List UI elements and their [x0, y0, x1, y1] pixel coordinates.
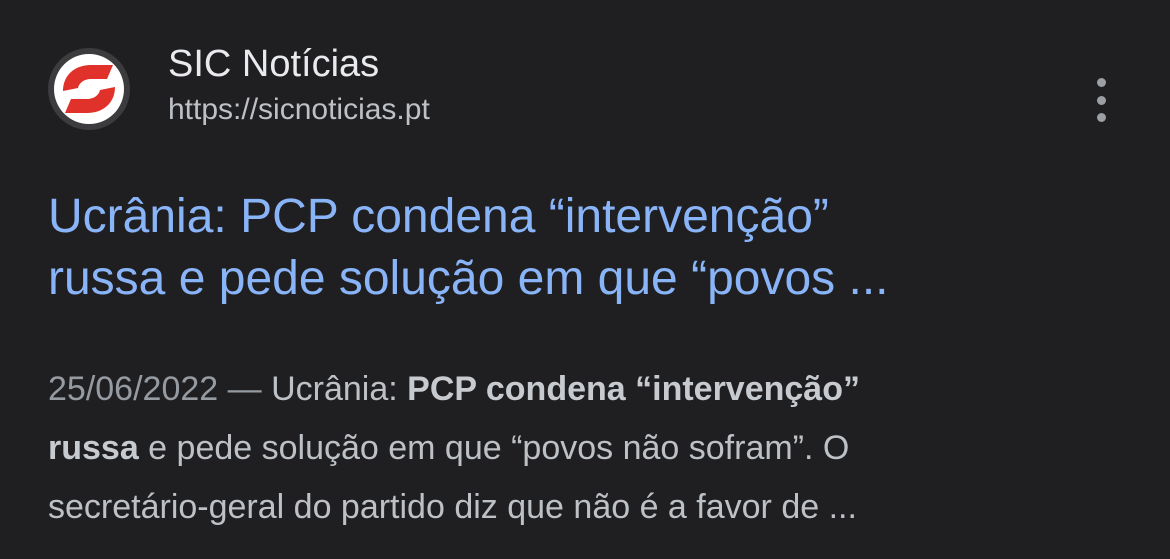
more-dot: [1096, 113, 1106, 122]
title-line-1: Ucrânia: PCP condena “intervenção”: [48, 190, 829, 243]
site-name: SIC Notícias: [168, 43, 380, 85]
title-line-2: russa e pede solução em que “povos ...: [48, 252, 889, 305]
result-snippet: 25/06/2022 — Ucrânia: PCP condena “inter…: [48, 360, 1128, 537]
more-dot: [1096, 78, 1106, 87]
result-title-link[interactable]: Ucrânia: PCP condena “intervenção” russa…: [48, 186, 1128, 310]
sic-logo-icon: [54, 54, 124, 124]
sic-logo-icon-svg: [63, 65, 115, 113]
snippet-part-2: e pede solução em que “povos não sofram”…: [138, 429, 850, 467]
more-dot: [1096, 95, 1106, 105]
snippet-bold-1: PCP condena “intervenção”: [407, 370, 860, 408]
result-source[interactable]: SIC Notícias https://sicnoticias.pt: [48, 43, 430, 130]
site-url: https://sicnoticias.pt: [168, 93, 430, 126]
snippet-part-1: Ucrânia:: [271, 370, 408, 408]
snippet-line-3: secretário-geral do partido diz que não …: [48, 488, 857, 526]
site-favicon: [48, 48, 130, 130]
source-text: SIC Notícias https://sicnoticias.pt: [168, 43, 430, 130]
more-vert-icon[interactable]: [1086, 78, 1116, 122]
search-result-card: SIC Notícias https://sicnoticias.pt Ucrâ…: [0, 0, 1170, 559]
snippet-bold-2: russa: [48, 429, 139, 467]
snippet-date: 25/06/2022: [48, 370, 219, 408]
snippet-separator: —: [218, 370, 272, 408]
